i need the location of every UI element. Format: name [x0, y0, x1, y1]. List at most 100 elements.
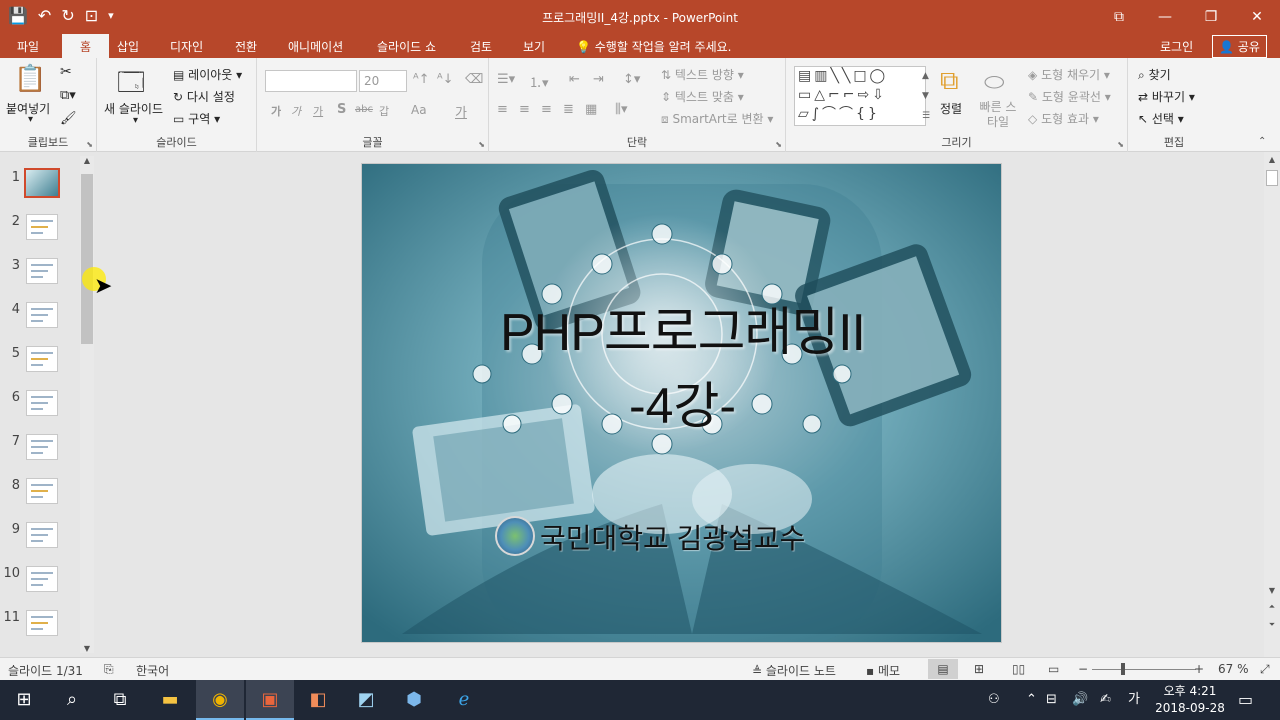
collapse-ribbon-icon[interactable]: ⌃: [1258, 136, 1266, 147]
slide-thumbnail[interactable]: 11: [0, 608, 80, 642]
bullets-icon[interactable]: ☰▾: [497, 72, 515, 87]
increase-indent-icon[interactable]: ⇥: [593, 72, 604, 87]
ribbon-display-options-icon[interactable]: ⧉: [1096, 0, 1142, 34]
zoom-level[interactable]: 67 %: [1218, 662, 1249, 676]
shape-outline-button[interactable]: ✎ 도형 윤곽선 ▾: [1028, 88, 1111, 105]
slideshow-view-icon[interactable]: ▭: [1048, 662, 1059, 676]
tab-design[interactable]: 디자인: [170, 38, 203, 55]
scroll-down-icon[interactable]: ▼: [1264, 586, 1280, 595]
align-right-icon[interactable]: ≡: [541, 102, 552, 117]
spellcheck-icon[interactable]: ⎘: [104, 662, 114, 677]
slide-thumbnail[interactable]: 6: [0, 388, 80, 422]
zoom-in-icon[interactable]: +: [1194, 662, 1204, 676]
slide-thumbnail[interactable]: 10: [0, 564, 80, 598]
virtualbox-icon[interactable]: ⬢: [390, 680, 438, 720]
clear-format-icon[interactable]: ⌫: [465, 72, 483, 87]
justify-icon[interactable]: ≣: [563, 102, 574, 117]
network-icon[interactable]: ⊟: [1046, 680, 1057, 720]
people-icon[interactable]: ⚇: [988, 680, 1000, 720]
distributed-icon[interactable]: ▦: [585, 102, 597, 117]
redo-icon[interactable]: ↻: [61, 5, 74, 27]
columns-icon[interactable]: ⫼▾: [615, 102, 628, 117]
tab-slideshow[interactable]: 슬라이드 쇼: [377, 38, 436, 55]
notes-button[interactable]: ≜ 슬라이드 노트: [752, 662, 836, 679]
numbering-icon[interactable]: ⒈▾: [529, 72, 549, 91]
align-text-button[interactable]: ⇕ 텍스트 맞춤 ▾: [661, 88, 744, 105]
present-from-start-icon[interactable]: ⊡: [85, 5, 98, 27]
shape-effects-button[interactable]: ◇ 도형 효과 ▾: [1028, 110, 1099, 127]
shadow-button[interactable]: S: [337, 102, 346, 117]
decrease-indent-icon[interactable]: ⇤: [569, 72, 580, 87]
slide-thumbnail[interactable]: 1: [0, 168, 80, 202]
strikethrough-button[interactable]: abc: [355, 104, 373, 115]
scroll-up-icon[interactable]: ▲: [80, 156, 94, 165]
scroll-up-icon[interactable]: ▲: [1264, 155, 1280, 164]
align-left-icon[interactable]: ≡: [497, 102, 508, 117]
signin-link[interactable]: 로그인: [1160, 38, 1193, 55]
tell-me-box[interactable]: 💡 수행할 작업을 알려 주세요.: [576, 38, 731, 55]
tab-animations[interactable]: 애니메이션: [288, 38, 343, 55]
quick-styles-icon[interactable]: ⬭: [984, 68, 1005, 96]
slide-canvas[interactable]: PHP프로그래밍II -4강- 국민대학교 김광섭교수: [361, 163, 1002, 643]
previous-slide-icon[interactable]: ⏶: [1264, 602, 1280, 612]
bold-button[interactable]: 가: [271, 103, 281, 119]
slide-thumbnail[interactable]: 5: [0, 344, 80, 378]
tab-home[interactable]: 홈: [62, 34, 110, 58]
ime-indicator[interactable]: 가: [1128, 680, 1140, 720]
customize-qat-icon[interactable]: ▾: [108, 5, 114, 27]
system-clock[interactable]: 오후 4:21 2018-09-28: [1150, 683, 1230, 717]
cut-icon[interactable]: ✂: [60, 64, 72, 80]
slide-scroll-thumb[interactable]: [1266, 170, 1278, 186]
chrome-icon[interactable]: ◉: [196, 680, 244, 720]
format-painter-icon[interactable]: 🖌: [60, 111, 77, 126]
shrink-font-icon[interactable]: ᴬ↓: [437, 72, 454, 87]
align-center-icon[interactable]: ≡: [519, 102, 530, 117]
slide-title[interactable]: PHP프로그래밍II: [362, 302, 1001, 364]
font-name-combo[interactable]: [265, 70, 357, 92]
file-explorer-icon[interactable]: ▬: [146, 680, 194, 720]
close-button[interactable]: ✕: [1234, 0, 1280, 34]
internet-explorer-icon[interactable]: ℯ: [440, 680, 488, 720]
paste-dropdown-icon[interactable]: ▾: [28, 114, 33, 125]
tab-review[interactable]: 검토: [470, 38, 492, 55]
powerpoint-icon[interactable]: ▣: [246, 680, 294, 720]
undo-icon[interactable]: ↶: [38, 5, 51, 27]
drawing-dialog-launcher-icon[interactable]: ⬊: [1117, 140, 1124, 149]
minimize-button[interactable]: —: [1142, 0, 1188, 34]
layout-button[interactable]: ▤ 레이아웃 ▾: [173, 66, 242, 83]
tab-file[interactable]: 파일: [17, 38, 39, 55]
slide-thumbnail[interactable]: 8: [0, 476, 80, 510]
line-spacing-icon[interactable]: ↕▾: [623, 72, 640, 87]
shapes-gallery-scroll-icon[interactable]: ▲ ▼ ☰: [922, 66, 930, 126]
font-color-button[interactable]: 가: [455, 102, 467, 121]
underline-button[interactable]: 가: [313, 103, 323, 119]
grow-font-icon[interactable]: ᴬ↑: [413, 72, 430, 87]
change-case-button[interactable]: Aa: [411, 103, 427, 117]
share-button[interactable]: 👤 공유: [1212, 35, 1267, 58]
smartart-button[interactable]: ⧈ SmartArt로 변환 ▾: [661, 110, 773, 127]
select-button[interactable]: ↖ 선택 ▾: [1138, 110, 1184, 127]
arrange-button[interactable]: 정렬: [940, 100, 962, 117]
slide-thumbnail[interactable]: 9: [0, 520, 80, 554]
tab-insert[interactable]: 삽입: [117, 38, 139, 55]
replace-button[interactable]: ⇄ 바꾸기 ▾: [1138, 88, 1195, 105]
comments-button[interactable]: ▪ 메모: [866, 662, 900, 679]
slide-sorter-view-icon[interactable]: ⊞: [974, 662, 984, 676]
windows-start-icon[interactable]: ⊞: [0, 680, 48, 720]
shapes-gallery[interactable]: ▤▥╲╲□◯ ▭△⌐⌐⇨⇩ ▱∫⌒⌒{}: [794, 66, 926, 126]
restore-button[interactable]: ❐: [1188, 0, 1234, 34]
zoom-slider-knob[interactable]: [1121, 663, 1125, 675]
thumbnail-scrollbar[interactable]: ▲ ▼: [80, 156, 94, 653]
paragraph-dialog-launcher-icon[interactable]: ⬊: [775, 140, 782, 149]
fit-to-window-icon[interactable]: ⤢: [1260, 662, 1270, 677]
slide-author[interactable]: 국민대학교 김광섭교수: [540, 517, 805, 557]
scroll-down-icon[interactable]: ▼: [80, 644, 94, 653]
slide-thumbnail[interactable]: 4: [0, 300, 80, 334]
reading-view-icon[interactable]: ▯▯: [1012, 662, 1025, 676]
action-center-icon[interactable]: ▭: [1238, 680, 1253, 720]
zoom-out-icon[interactable]: −: [1078, 662, 1088, 676]
slide-thumbnail[interactable]: 2: [0, 212, 80, 246]
zoom-slider[interactable]: [1092, 669, 1196, 670]
slide-thumbnail[interactable]: 3: [0, 256, 80, 290]
copy-icon[interactable]: ⧉▾: [60, 88, 76, 103]
